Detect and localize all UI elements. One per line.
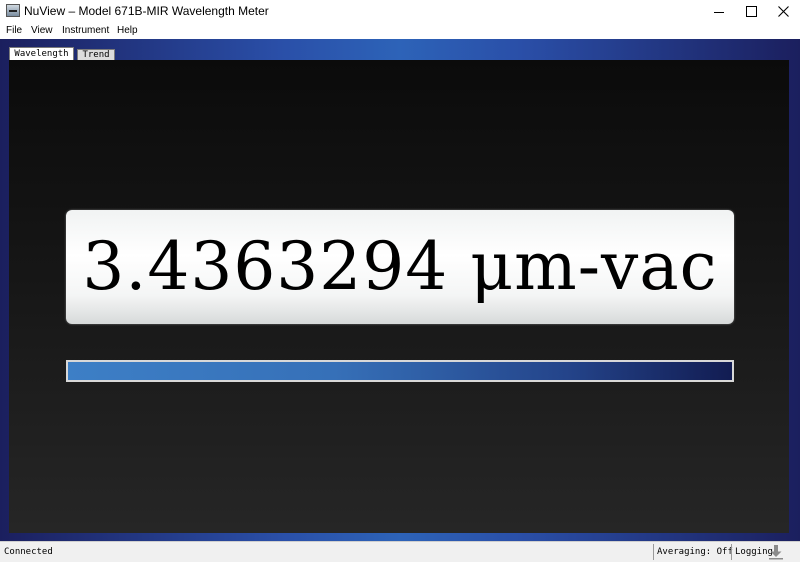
maximize-button[interactable]	[734, 0, 768, 23]
connection-status: Connected	[4, 547, 53, 557]
wavelength-readout: 3.4363294 μm-vac	[66, 210, 734, 324]
tab-trend[interactable]: Trend	[77, 49, 115, 60]
status-bar: Connected Averaging: Off Logging	[0, 541, 800, 562]
app-icon[interactable]	[6, 4, 20, 17]
download-icon[interactable]	[768, 544, 784, 560]
maximize-icon	[745, 6, 757, 17]
tab-wavelength[interactable]: Wavelength	[9, 47, 74, 60]
menu-instrument[interactable]: Instrument	[62, 25, 109, 36]
menu-view[interactable]: View	[31, 25, 53, 36]
window-title: NuView – Model 671B-MIR Wavelength Meter	[24, 4, 269, 18]
signal-level-bar	[66, 360, 734, 382]
signal-level-fill	[68, 362, 732, 380]
wavelength-panel: 3.4363294 μm-vac	[9, 60, 789, 533]
minimize-icon	[714, 11, 724, 13]
close-button[interactable]	[766, 0, 800, 23]
title-bar: NuView – Model 671B-MIR Wavelength Meter	[0, 0, 800, 23]
main-frame: Wavelength Trend 3.4363294 μm-vac	[0, 39, 800, 541]
menu-help[interactable]: Help	[117, 25, 138, 36]
menu-bar: File View Instrument Help	[0, 23, 800, 39]
menu-file[interactable]: File	[6, 25, 22, 36]
status-divider	[653, 544, 654, 560]
minimize-button[interactable]	[702, 0, 736, 23]
averaging-status: Averaging: Off	[657, 547, 733, 557]
wavelength-value: 3.4363294 μm-vac	[82, 228, 718, 305]
status-divider	[731, 544, 732, 560]
close-icon	[777, 6, 789, 17]
